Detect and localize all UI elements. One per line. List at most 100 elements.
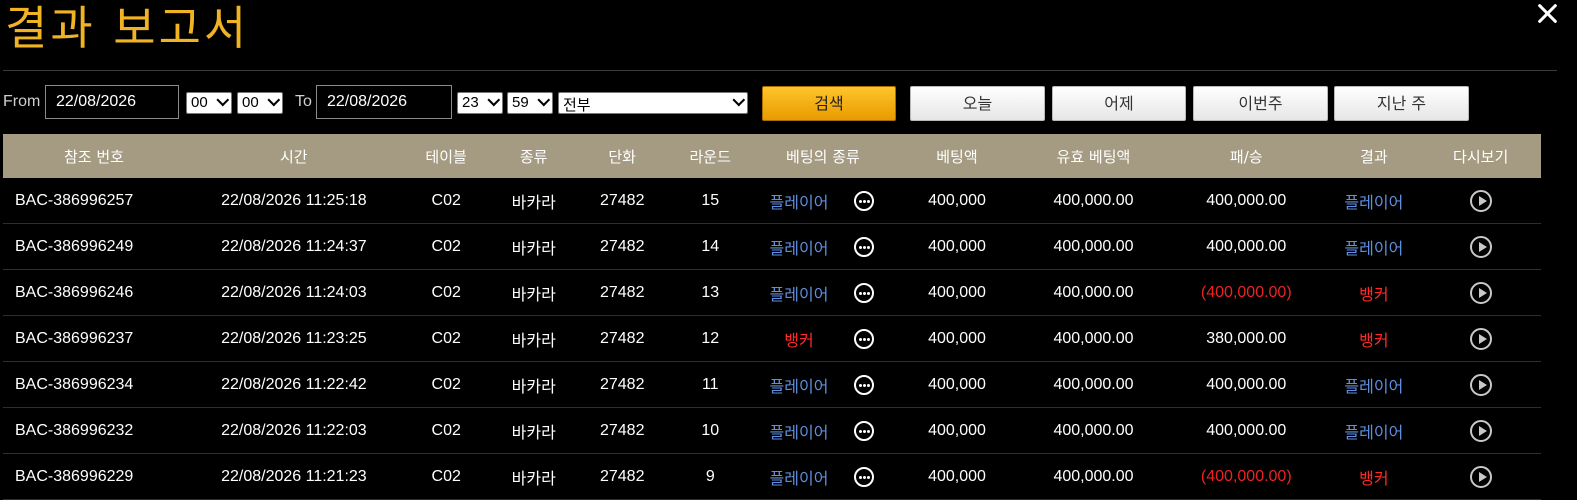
result-cell: 플레이어 [1344, 238, 1404, 258]
play-icon[interactable] [1469, 235, 1492, 258]
play-icon[interactable] [1469, 327, 1492, 350]
kind-cell: 바카라 [511, 284, 556, 304]
win-loss-cell: 380,000.00 [1206, 329, 1287, 347]
time-cell: 22/08/2026 11:22:03 [221, 421, 367, 439]
time-cell: 22/08/2026 11:22:42 [221, 375, 367, 393]
to-hour-select[interactable]: 23 [457, 92, 503, 114]
play-icon[interactable] [1469, 189, 1492, 212]
from-label: From [3, 93, 41, 110]
shoe-cell: 27482 [599, 467, 645, 485]
this-week-button[interactable]: 이번주 [1193, 86, 1328, 121]
time-cell: 22/08/2026 11:23:25 [221, 329, 367, 347]
table-header: 참조 번호 시간 테이블 종류 단화 라운드 베팅의 종류 베팅액 유효 베팅액… [3, 134, 1541, 178]
more-details-icon[interactable] [854, 328, 874, 349]
category-select[interactable]: 전부 [558, 92, 748, 114]
col-header-kind[interactable]: 종류 [490, 146, 578, 167]
col-header-bet-type[interactable]: 베팅의 종류 [754, 146, 892, 167]
table-cell: C02 [431, 237, 461, 255]
category-value: 전부 [563, 97, 591, 114]
round-cell: 10 [701, 421, 720, 439]
valid-bet-cell: 400,000.00 [1053, 283, 1134, 301]
bet-type-label: 뱅커 [784, 330, 814, 350]
from-hour-value: 00 [191, 94, 208, 111]
round-cell: 12 [701, 329, 720, 347]
bet-type-cell: 플레이어 [754, 419, 892, 443]
col-header-replay[interactable]: 다시보기 [1420, 146, 1541, 167]
table-cell: C02 [431, 421, 461, 439]
table-row: BAC-386996249 22/08/2026 11:24:37 C02 바카라 27… [3, 224, 1541, 270]
replay-cell [1420, 281, 1541, 304]
result-cell: 플레이어 [1344, 376, 1404, 396]
today-button[interactable]: 오늘 [910, 86, 1045, 121]
ref-cell: BAC-386996249 [15, 237, 134, 255]
shoe-cell: 27482 [599, 283, 645, 301]
time-cell: 22/08/2026 11:24:37 [221, 237, 367, 255]
bet-cell: 400,000 [928, 191, 986, 209]
table-cell: C02 [431, 375, 461, 393]
col-header-ref[interactable]: 참조 번호 [3, 146, 185, 167]
table-cell: C02 [431, 329, 461, 347]
ref-cell: BAC-386996246 [15, 283, 134, 301]
from-date-input[interactable] [45, 85, 179, 119]
last-week-button[interactable]: 지난 주 [1334, 86, 1469, 121]
to-hour-value: 23 [462, 94, 479, 111]
bet-type-cell: 플레이어 [754, 373, 892, 397]
chevron-down-icon [216, 93, 230, 107]
close-icon[interactable] [1536, 2, 1558, 24]
table-row: BAC-386996237 22/08/2026 11:23:25 C02 바카라 27… [3, 316, 1541, 362]
valid-bet-cell: 400,000.00 [1053, 421, 1134, 439]
table-row: BAC-386996234 22/08/2026 11:22:42 C02 바카라 27… [3, 362, 1541, 408]
ref-cell: BAC-386996232 [15, 421, 134, 439]
win-loss-cell: 400,000.00 [1206, 191, 1287, 209]
table-cell: C02 [431, 467, 461, 485]
col-header-bet[interactable]: 베팅액 [892, 146, 1022, 167]
more-details-icon[interactable] [854, 420, 874, 441]
round-cell: 15 [701, 191, 720, 209]
result-cell: 뱅커 [1359, 468, 1389, 488]
to-minute-value: 59 [512, 94, 529, 111]
shoe-cell: 27482 [599, 329, 645, 347]
more-details-icon[interactable] [854, 236, 874, 257]
from-hour-select[interactable]: 00 [186, 92, 232, 114]
play-icon[interactable] [1469, 419, 1492, 442]
col-header-result[interactable]: 결과 [1327, 146, 1420, 167]
col-header-table[interactable]: 테이블 [403, 146, 490, 167]
more-details-icon[interactable] [854, 282, 874, 303]
win-loss-cell: 400,000.00 [1206, 237, 1287, 255]
col-header-win-loss[interactable]: 패/승 [1165, 146, 1327, 167]
kind-cell: 바카라 [511, 238, 556, 258]
search-button[interactable]: 검색 [762, 86, 896, 121]
ref-cell: BAC-386996257 [15, 191, 134, 209]
valid-bet-cell: 400,000.00 [1053, 237, 1134, 255]
shoe-cell: 27482 [599, 191, 645, 209]
table-row: BAC-386996246 22/08/2026 11:24:03 C02 바카라 27… [3, 270, 1541, 316]
bet-cell: 400,000 [928, 421, 986, 439]
win-loss-cell: (400,000.00) [1200, 283, 1292, 301]
play-icon[interactable] [1469, 373, 1492, 396]
bet-type-label: 플레이어 [769, 468, 829, 488]
col-header-time[interactable]: 시간 [185, 146, 403, 167]
round-cell: 14 [701, 237, 720, 255]
replay-cell [1420, 465, 1541, 488]
valid-bet-cell: 400,000.00 [1053, 191, 1134, 209]
results-table: 참조 번호 시간 테이블 종류 단화 라운드 베팅의 종류 베팅액 유효 베팅액… [3, 134, 1541, 500]
col-header-round[interactable]: 라운드 [667, 146, 754, 167]
from-minute-value: 00 [242, 94, 259, 111]
shoe-cell: 27482 [599, 421, 645, 439]
more-details-icon[interactable] [854, 190, 874, 211]
replay-cell [1420, 419, 1541, 442]
more-details-icon[interactable] [854, 466, 874, 487]
yesterday-button[interactable]: 어제 [1052, 86, 1186, 121]
bet-cell: 400,000 [928, 329, 986, 347]
play-icon[interactable] [1469, 281, 1492, 304]
result-cell: 플레이어 [1344, 422, 1404, 442]
to-date-input[interactable] [316, 85, 452, 119]
col-header-valid-bet[interactable]: 유효 베팅액 [1022, 146, 1165, 167]
col-header-shoe[interactable]: 단화 [578, 146, 667, 167]
from-minute-select[interactable]: 00 [237, 92, 283, 114]
play-icon[interactable] [1469, 465, 1492, 488]
valid-bet-cell: 400,000.00 [1053, 375, 1134, 393]
to-minute-select[interactable]: 59 [507, 92, 553, 114]
more-details-icon[interactable] [854, 374, 874, 395]
win-loss-cell: 400,000.00 [1206, 421, 1287, 439]
